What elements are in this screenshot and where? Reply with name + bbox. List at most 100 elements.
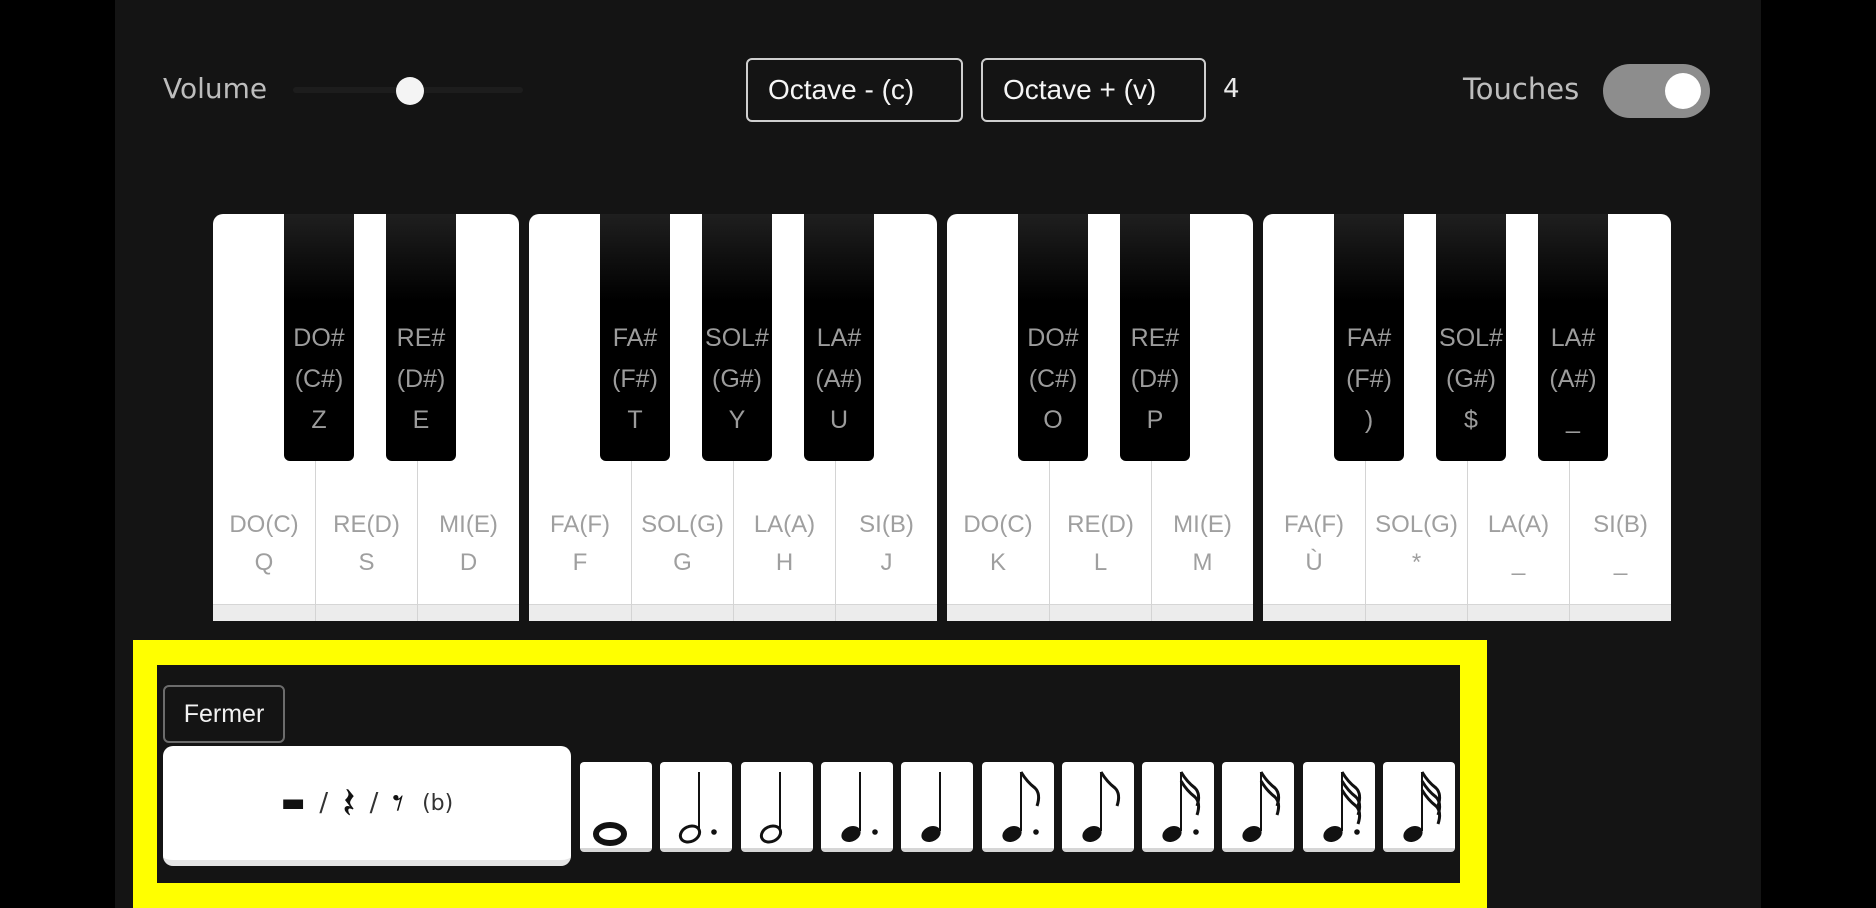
black-key[interactable]: FA# (F#)) bbox=[1334, 214, 1404, 461]
key-shortcut: $ bbox=[1464, 406, 1478, 434]
sixteenth-note-button[interactable] bbox=[1222, 762, 1295, 852]
thirty-second-note-button[interactable] bbox=[1383, 762, 1455, 852]
octave-group: FA(F) Ù SOL(G) * LA(A) _ SI(B) _ FA# (F#)) SOL# (G#… bbox=[1263, 214, 1671, 621]
dotted-quarter-note-icon bbox=[841, 772, 878, 843]
black-key-label: FA# (F#) T bbox=[600, 318, 670, 441]
black-key-label: LA# (A#) U bbox=[804, 318, 874, 441]
note-name: (C#) bbox=[294, 365, 344, 393]
eighth-note-button[interactable] bbox=[1061, 762, 1134, 852]
key-shortcut: G bbox=[673, 549, 692, 576]
key-shortcut: Z bbox=[311, 406, 327, 434]
octave-group: FA(F) F SOL(G) G LA(A) H SI(B) J FA# (F#) T SOL# (G#… bbox=[529, 214, 937, 621]
white-key-label: SI(B) _ bbox=[1570, 506, 1671, 582]
white-key-label: FA(F) F bbox=[529, 506, 631, 582]
note-name: FA# bbox=[1346, 324, 1392, 352]
dotted-sixteenth-note-button[interactable] bbox=[1142, 762, 1215, 852]
note-name: SI(B) bbox=[1593, 511, 1648, 538]
half-note-icon bbox=[759, 772, 782, 844]
note-name: RE(D) bbox=[1067, 511, 1134, 538]
white-key-label: RE(D) S bbox=[316, 506, 417, 582]
key-shortcut: Ù bbox=[1305, 549, 1323, 576]
white-key-label: LA(A) H bbox=[734, 506, 835, 582]
rest-button[interactable]: ▬ / 𝄽 / 𝄾 (b) bbox=[163, 746, 571, 866]
black-key[interactable]: LA# (A#) U bbox=[804, 214, 874, 461]
note-name: RE# bbox=[1130, 324, 1180, 352]
volume-slider-thumb[interactable] bbox=[396, 77, 424, 105]
note-name: DO# bbox=[293, 324, 345, 352]
key-shortcut: D bbox=[459, 549, 478, 576]
note-name: LA# bbox=[816, 324, 862, 352]
thirty-second-note-icon bbox=[1403, 771, 1442, 843]
black-key[interactable]: SOL# (G#) Y bbox=[702, 214, 772, 461]
note-name: MI(E) bbox=[1173, 511, 1232, 538]
note-name: RE# bbox=[396, 324, 446, 352]
note-name: FA(F) bbox=[550, 511, 610, 538]
note-name: SOL# bbox=[1439, 324, 1503, 352]
dotted-eighth-note-button[interactable] bbox=[981, 762, 1054, 852]
key-shortcut: H bbox=[775, 549, 794, 576]
black-key[interactable]: RE# (D#) E bbox=[386, 214, 456, 461]
white-key-label: FA(F) Ù bbox=[1263, 506, 1365, 582]
note-name: (F#) bbox=[1346, 365, 1392, 393]
quarter-note-button[interactable] bbox=[901, 762, 974, 852]
note-name: (C#) bbox=[1028, 365, 1078, 393]
black-key[interactable]: DO# (C#) Z bbox=[284, 214, 354, 461]
black-key[interactable]: LA# (A#) _ bbox=[1538, 214, 1608, 461]
toggle-knob[interactable] bbox=[1665, 73, 1701, 109]
black-key-label: DO# (C#) Z bbox=[284, 318, 354, 441]
key-shortcut: ) bbox=[1364, 406, 1374, 434]
black-key[interactable]: FA# (F#) T bbox=[600, 214, 670, 461]
black-key-label: RE# (D#) P bbox=[1120, 318, 1190, 441]
black-key-label: SOL# (G#) $ bbox=[1436, 318, 1506, 441]
note-name: DO# bbox=[1027, 324, 1079, 352]
dotted-half-note-icon bbox=[679, 772, 718, 844]
note-name: (A#) bbox=[815, 365, 863, 393]
quarter-note-icon bbox=[921, 772, 942, 843]
note-name: SOL(G) bbox=[1375, 511, 1458, 538]
note-name: (A#) bbox=[1549, 365, 1597, 393]
note-name: DO(C) bbox=[229, 511, 299, 538]
key-shortcut: Y bbox=[728, 406, 746, 434]
dotted-half-note-button[interactable] bbox=[660, 762, 733, 852]
white-key-label: MI(E) D bbox=[418, 506, 519, 582]
key-shortcut: O bbox=[1043, 406, 1063, 434]
note-name: FA# bbox=[612, 324, 658, 352]
white-key-label: SOL(G) * bbox=[1366, 506, 1467, 582]
black-key[interactable]: DO# (C#) O bbox=[1018, 214, 1088, 461]
rest-key-hint: (b) bbox=[422, 790, 454, 816]
black-key[interactable]: RE# (D#) P bbox=[1120, 214, 1190, 461]
white-key-label: SI(B) J bbox=[836, 506, 937, 582]
close-button[interactable]: Fermer bbox=[163, 685, 285, 743]
dotted-sixteenth-note-icon bbox=[1162, 771, 1201, 843]
key-shortcut: F bbox=[572, 549, 588, 576]
note-name: DO(C) bbox=[963, 511, 1033, 538]
key-shortcut: U bbox=[829, 406, 849, 434]
octave-up-button[interactable]: Octave + (v) bbox=[981, 58, 1206, 122]
key-shortcut: L bbox=[1093, 549, 1108, 576]
dotted-thirty-second-note-button[interactable] bbox=[1302, 762, 1375, 852]
key-shortcut: P bbox=[1146, 406, 1164, 434]
note-name: SOL# bbox=[705, 324, 769, 352]
rest-separator: / bbox=[319, 788, 329, 818]
note-name: (G#) bbox=[1446, 365, 1496, 393]
whole-note-icon bbox=[593, 822, 627, 846]
key-shortcut: T bbox=[627, 406, 643, 434]
dotted-thirty-second-note-icon bbox=[1323, 771, 1361, 843]
octave-down-button[interactable]: Octave - (c) bbox=[746, 58, 963, 122]
octave-group: DO(C) K RE(D) L MI(E) M DO# (C#) O RE# (D#) P bbox=[947, 214, 1253, 621]
key-shortcut: E bbox=[412, 406, 430, 434]
rest-separator: / bbox=[369, 788, 379, 818]
key-shortcut: Q bbox=[254, 549, 274, 576]
key-shortcut: _ bbox=[1511, 549, 1526, 576]
eighth-note-icon bbox=[1082, 771, 1120, 843]
whole-note-button[interactable] bbox=[580, 762, 652, 852]
touches-toggle[interactable] bbox=[1603, 64, 1710, 118]
note-name: RE(D) bbox=[333, 511, 400, 538]
black-key[interactable]: SOL# (G#) $ bbox=[1436, 214, 1506, 461]
key-shortcut: K bbox=[989, 549, 1006, 576]
key-shortcut: S bbox=[358, 549, 375, 576]
dotted-quarter-note-button[interactable] bbox=[820, 762, 893, 852]
eighth-rest-icon: 𝄾 bbox=[392, 777, 405, 829]
half-note-button[interactable] bbox=[740, 762, 813, 852]
volume-slider[interactable] bbox=[293, 77, 523, 105]
